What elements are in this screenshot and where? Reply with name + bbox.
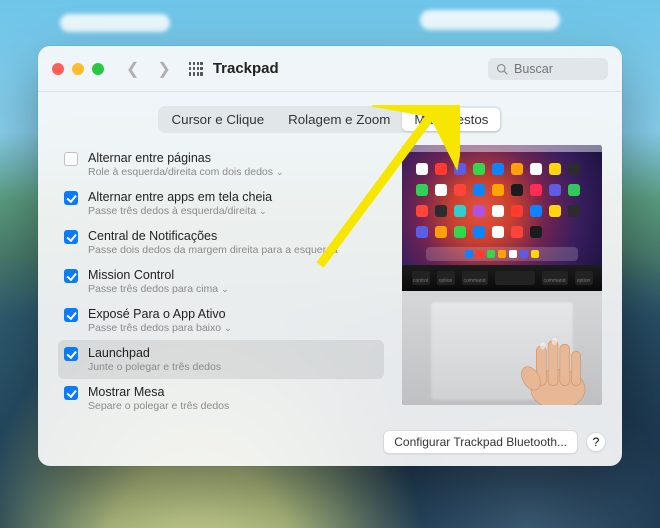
gesture-options-list: Alternar entre páginas Role à esquerda/d… [58,143,384,422]
search-icon [496,63,508,75]
preview-keyboard: control option command command option [402,265,602,291]
desktop-wallpaper: ❮ ❯ Trackpad Cursor e Clique Rolagem e Z… [0,0,660,528]
tab-scroll-zoom[interactable]: Rolagem e Zoom [276,108,402,131]
option-mission-control[interactable]: Mission Control Passe três dedos para ci… [58,262,384,301]
option-subtitle[interactable]: Passe três dedos à esquerda/direita⌄ [88,205,272,217]
help-button[interactable]: ? [586,432,606,452]
tab-cursor-click[interactable]: Cursor e Clique [160,108,277,131]
preview-trackpad [402,291,602,405]
option-title: Alternar entre apps em tela cheia [88,190,272,204]
minimize-icon[interactable] [72,63,84,75]
show-all-icon[interactable] [189,62,203,76]
checkbox[interactable] [64,152,78,166]
option-subtitle[interactable]: Passe três dedos para baixo⌄ [88,322,232,334]
option-title: Launchpad [88,346,221,360]
bluetooth-trackpad-button[interactable]: Configurar Trackpad Bluetooth... [383,430,578,454]
chevron-down-icon: ⌄ [221,284,229,295]
search-input[interactable] [514,62,594,76]
option-title: Mission Control [88,268,229,282]
segmented-control: Cursor e Clique Rolagem e Zoom Mais Gest… [158,106,503,133]
option-subtitle[interactable]: Role à esquerda/direita com dois dedos⌄ [88,166,284,178]
checkbox[interactable] [64,230,78,244]
option-swipe-pages[interactable]: Alternar entre páginas Role à esquerda/d… [58,145,384,184]
chevron-down-icon: ⌄ [224,323,232,334]
option-app-expose[interactable]: Exposé Para o App Ativo Passe três dedos… [58,301,384,340]
option-subtitle[interactable]: Passe três dedos para cima⌄ [88,283,229,295]
option-title: Alternar entre páginas [88,151,284,165]
option-title: Central de Notificações [88,229,338,243]
window-controls [52,63,104,75]
close-icon[interactable] [52,63,64,75]
option-title: Exposé Para o App Ativo [88,307,232,321]
option-subtitle: Junte o polegar e três dedos [88,361,221,373]
search-field[interactable] [488,58,608,80]
option-subtitle: Passe dois dedos da margem direita para … [88,244,338,256]
preferences-window: ❮ ❯ Trackpad Cursor e Clique Rolagem e Z… [38,46,622,466]
option-title: Mostrar Mesa [88,385,229,399]
checkbox[interactable] [64,191,78,205]
tab-bar: Cursor e Clique Rolagem e Zoom Mais Gest… [38,92,622,143]
option-swipe-apps[interactable]: Alternar entre apps em tela cheia Passe … [58,184,384,223]
chevron-down-icon: ⌄ [276,167,284,178]
option-show-desktop[interactable]: Mostrar Mesa Separe o polegar e três ded… [58,379,384,418]
forward-button[interactable]: ❯ [157,59,170,79]
checkbox[interactable] [64,347,78,361]
checkbox[interactable] [64,308,78,322]
checkbox[interactable] [64,269,78,283]
gesture-preview: control option command command option [402,145,602,405]
titlebar: ❮ ❯ Trackpad [38,46,622,92]
tab-more-gestures[interactable]: Mais Gestos [402,108,500,131]
chevron-down-icon: ⌄ [259,206,267,217]
option-notification-center[interactable]: Central de Notificações Passe dois dedos… [58,223,384,262]
zoom-icon[interactable] [92,63,104,75]
back-button[interactable]: ❮ [126,59,139,79]
nav-controls: ❮ ❯ [126,59,203,79]
option-subtitle: Separe o polegar e três dedos [88,400,229,412]
option-launchpad[interactable]: Launchpad Junte o polegar e três dedos [58,340,384,379]
preview-screen [402,145,602,265]
window-title: Trackpad [213,60,279,77]
hand-icon [504,319,594,405]
footer: Configurar Trackpad Bluetooth... ? [38,422,622,466]
checkbox[interactable] [64,386,78,400]
